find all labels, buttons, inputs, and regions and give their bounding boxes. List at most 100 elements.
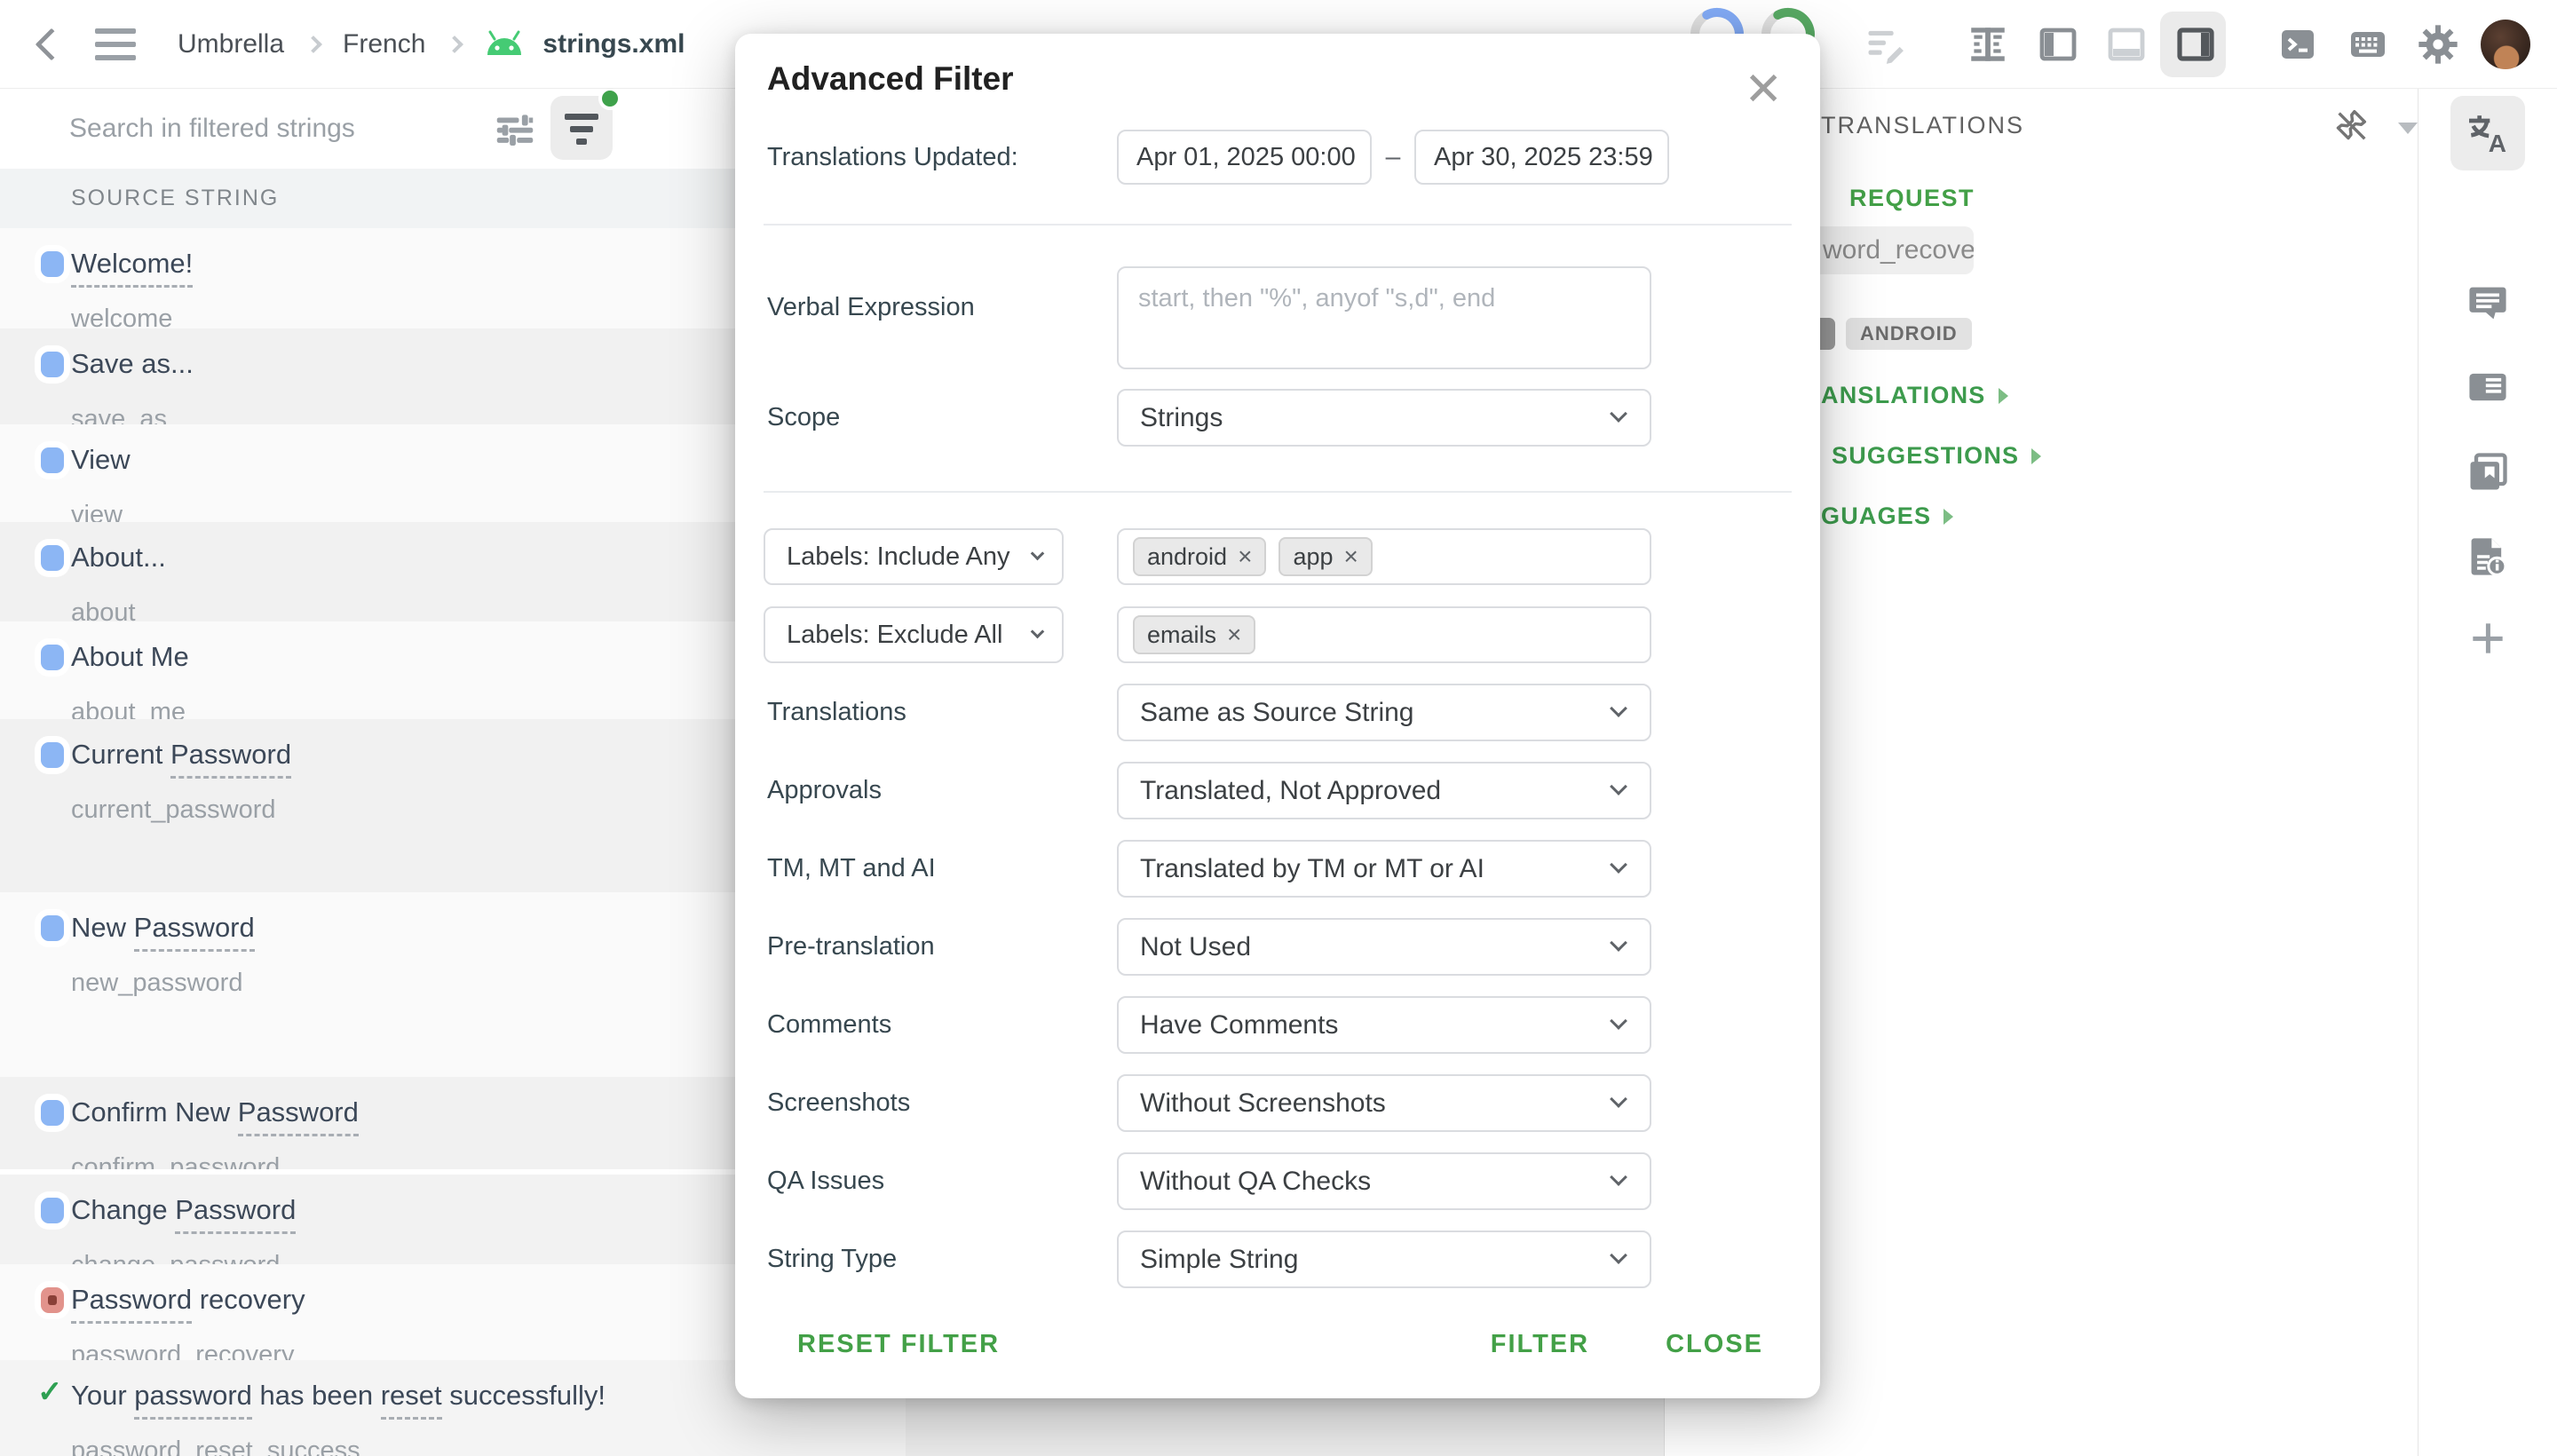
- tag-text: android: [1147, 543, 1227, 571]
- filter-select[interactable]: Have Comments: [1117, 996, 1651, 1054]
- filter-select[interactable]: Not Used: [1117, 918, 1651, 976]
- right-panel-view-button[interactable]: [2171, 0, 2221, 89]
- chevron-down-icon: [1610, 934, 1627, 952]
- pin-slash-icon: [2331, 105, 2371, 146]
- filter-row-string-type: String TypeSimple String: [764, 1230, 1792, 1288]
- filter-label: Screenshots: [764, 1088, 1117, 1118]
- main-menu-button[interactable]: [89, 0, 142, 89]
- chevron-down-icon: [1610, 1090, 1627, 1108]
- breadcrumb-file[interactable]: strings.xml: [542, 29, 685, 59]
- left-panel-view-icon: [2037, 23, 2079, 66]
- filter-label: String Type: [764, 1245, 1117, 1274]
- scope-label: Scope: [764, 403, 1117, 432]
- label-mode-select[interactable]: Labels: Include Any: [764, 528, 1064, 585]
- translations-updated-row: Translations Updated: Apr 01, 2025 00:00…: [764, 130, 1792, 185]
- keyboard-shortcuts-button[interactable]: [2343, 0, 2393, 89]
- chevron-down-icon: [1610, 700, 1627, 717]
- translations-panel-title: TRANSLATIONS: [1821, 112, 2024, 139]
- verbal-expression-label: Verbal Expression: [764, 293, 1117, 322]
- chevron-down-icon: [1031, 547, 1045, 561]
- filter-row-translations: TranslationsSame as Source String: [764, 684, 1792, 741]
- menu-icon: [95, 28, 136, 34]
- chevron-right-icon: [447, 36, 464, 53]
- modal-close-button[interactable]: ✕: [1744, 71, 1783, 108]
- remove-tag-icon[interactable]: ×: [1227, 621, 1241, 649]
- translated-status-icon: [41, 545, 64, 571]
- filter-select[interactable]: Without QA Checks: [1117, 1152, 1651, 1210]
- search-settings-button[interactable]: [484, 100, 546, 159]
- modal-title: Advanced Filter: [764, 34, 1792, 98]
- modal-footer: RESET FILTER FILTER CLOSE: [735, 1302, 1820, 1398]
- search-input[interactable]: [69, 105, 460, 153]
- editor-app: Umbrella French strings.xml: [0, 0, 2557, 1456]
- remove-tag-icon[interactable]: ×: [1344, 542, 1358, 571]
- filter-row-approvals: ApprovalsTranslated, Not Approved: [764, 762, 1792, 819]
- back-button[interactable]: [25, 0, 78, 89]
- label-mode-select[interactable]: Labels: Exclude All: [764, 606, 1064, 663]
- breadcrumb: Umbrella French strings.xml: [178, 0, 685, 89]
- section-link-text: GUAGES: [1821, 502, 1931, 530]
- filter-row-qa-issues: QA IssuesWithout QA Checks: [764, 1152, 1792, 1210]
- label-tag-android: android ×: [1133, 537, 1266, 576]
- translations-updated-label: Translations Updated:: [764, 143, 1117, 172]
- close-modal-button[interactable]: CLOSE: [1666, 1330, 1763, 1359]
- breadcrumb-language[interactable]: French: [343, 29, 425, 59]
- filter-row-pre-translation: Pre-translationNot Used: [764, 918, 1792, 976]
- tab-translations[interactable]: A: [2450, 96, 2525, 170]
- section-link-suggestions[interactable]: SUGGESTIONS: [1832, 442, 2041, 470]
- left-panel-view-button[interactable]: [2033, 0, 2083, 89]
- filter-select[interactable]: Translated by TM or MT or AI: [1117, 840, 1651, 898]
- date-from-input[interactable]: Apr 01, 2025 00:00: [1117, 130, 1372, 185]
- chevron-down-icon: [1610, 405, 1627, 423]
- add-panel-button[interactable]: [2450, 601, 2525, 676]
- filter-row-screenshots: ScreenshotsWithout Screenshots: [764, 1074, 1792, 1132]
- approved-check-icon: ✓: [37, 1374, 63, 1410]
- filter-label: TM, MT and AI: [764, 854, 1117, 883]
- bottom-panel-view-button[interactable]: [2102, 0, 2151, 89]
- label-tags-input[interactable]: emails ×: [1117, 606, 1651, 663]
- label-tag-app: app×: [1278, 537, 1372, 576]
- scope-select[interactable]: Strings: [1117, 389, 1651, 447]
- filter-button[interactable]: [550, 96, 613, 160]
- filter-select[interactable]: Simple String: [1117, 1230, 1651, 1288]
- tag-text: emails: [1147, 621, 1216, 649]
- filter-select[interactable]: Same as Source String: [1117, 684, 1651, 741]
- tab-file-info[interactable]: [2450, 519, 2525, 594]
- close-icon: ✕: [1744, 64, 1783, 115]
- translated-status-icon: [41, 915, 64, 941]
- translated-status-icon: [41, 1100, 64, 1126]
- panel-collapse-chevron[interactable]: [2398, 123, 2418, 134]
- edit-strings-button[interactable]: [1861, 0, 1911, 89]
- translated-status-icon: [41, 251, 64, 277]
- filter-select[interactable]: Translated, Not Approved: [1117, 762, 1651, 819]
- select-value: Have Comments: [1140, 1010, 1338, 1041]
- request-button[interactable]: REQUEST: [1849, 185, 1975, 212]
- string-key-chip: word_recovery: [1794, 226, 1974, 274]
- label-tags-input[interactable]: android×app×: [1117, 528, 1651, 585]
- date-to-input[interactable]: Apr 30, 2025 23:59: [1414, 130, 1669, 185]
- remove-tag-icon[interactable]: ×: [1238, 542, 1252, 571]
- console-button[interactable]: [2273, 0, 2323, 89]
- side-by-side-view-button[interactable]: [1963, 0, 2013, 89]
- divider: [764, 491, 1792, 493]
- tab-context[interactable]: [2450, 350, 2525, 424]
- add-icon: [2466, 616, 2510, 661]
- filter-select[interactable]: Without Screenshots: [1117, 1074, 1651, 1132]
- context-icon: [2465, 364, 2511, 410]
- section-link-anslations[interactable]: ANSLATIONS: [1821, 382, 2008, 409]
- tab-glossary[interactable]: [2450, 435, 2525, 510]
- verbal-expression-input[interactable]: [1117, 266, 1651, 369]
- reset-filter-button[interactable]: RESET FILTER: [797, 1330, 1000, 1359]
- tab-comments[interactable]: [2450, 265, 2525, 340]
- apply-filter-button[interactable]: FILTER: [1491, 1330, 1589, 1359]
- select-value: Not Used: [1140, 932, 1251, 962]
- glossary-icon: [2465, 449, 2511, 495]
- android-file-icon: [484, 30, 525, 59]
- breadcrumb-project[interactable]: Umbrella: [178, 29, 284, 59]
- section-link-guages[interactable]: GUAGES: [1821, 502, 1953, 530]
- unpin-button[interactable]: [2331, 105, 2371, 150]
- chevron-right-icon: [2031, 448, 2041, 464]
- settings-button[interactable]: [2413, 0, 2463, 89]
- avatar[interactable]: [2481, 20, 2530, 69]
- filter-label: Approvals: [764, 776, 1117, 805]
